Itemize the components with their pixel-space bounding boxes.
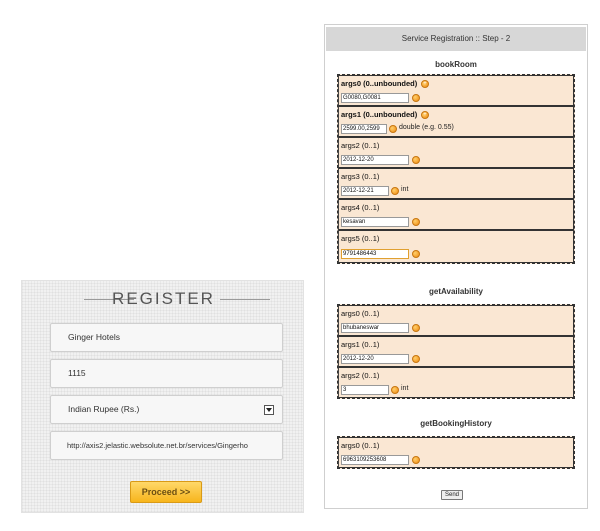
remove-value-icon[interactable]	[391, 386, 399, 394]
arg-input[interactable]: 6963109253608	[341, 455, 409, 465]
remove-value-icon[interactable]	[412, 156, 420, 164]
service-registration-header: Service Registration :: Step - 2	[326, 27, 586, 51]
arg-label: args1 (0..1)	[341, 340, 380, 349]
arg-label: args5 (0..1)	[341, 234, 380, 243]
arg-input[interactable]: G0080,G0081	[341, 93, 409, 103]
service-registration-panel: Service Registration :: Step - 2 bookRoo…	[324, 24, 588, 509]
arg-row-args0: args0 (0..1) 6963109253608	[338, 437, 574, 468]
arg-row-args3: args3 (0..1) 2012-12-21 int	[338, 168, 574, 199]
arg-label: args2 (0..1)	[341, 371, 380, 380]
arg-input[interactable]: 2012-12-20	[341, 354, 409, 364]
operation-title-bookroom: bookRoom	[435, 60, 477, 69]
register-panel: REGISTER Ginger Hotels 1115 Indian Rupee…	[21, 280, 304, 513]
proceed-button[interactable]: Proceed >>	[130, 481, 202, 503]
operation-group-bookroom: args0 (0..unbounded) + G0080,G0081 args1…	[337, 74, 575, 264]
operation-title-getbookinghistory: getBookingHistory	[420, 419, 492, 428]
operation-group-getbookinghistory: args0 (0..1) 6963109253608	[337, 436, 575, 469]
arg-label: args3 (0..1)	[341, 172, 380, 181]
title-divider-right	[220, 299, 270, 300]
currency-select-value: Indian Rupee (Rs.)	[68, 404, 140, 414]
remove-value-icon[interactable]	[412, 456, 420, 464]
arg-input[interactable]: 9791486443	[341, 249, 409, 259]
remove-value-icon[interactable]	[389, 125, 397, 133]
arg-label: args0 (0..1)	[341, 441, 380, 450]
remove-value-icon[interactable]	[391, 187, 399, 195]
send-button[interactable]: Send	[441, 490, 463, 500]
remove-value-icon[interactable]	[412, 250, 420, 258]
operation-group-getavailability: args0 (0..1) bhubaneswar args1 (0..1) 20…	[337, 304, 575, 399]
arg-label: args4 (0..1)	[341, 203, 380, 212]
arg-input[interactable]: 2599.00,2599	[341, 124, 387, 134]
arg-input[interactable]: 2012-12-21	[341, 186, 389, 196]
remove-value-icon[interactable]	[412, 94, 420, 102]
arg-input[interactable]: kesavan	[341, 217, 409, 227]
arg-row-args0: args0 (0..unbounded) + G0080,G0081	[338, 75, 574, 106]
hotel-id-field[interactable]: 1115	[50, 359, 283, 388]
type-hint: int	[401, 186, 409, 193]
operation-title-getavailability: getAvailability	[429, 287, 483, 296]
add-value-icon[interactable]: +	[421, 111, 429, 119]
arg-row-args5: args5 (0..1) 9791486443	[338, 230, 574, 263]
arg-row-args1: args1 (0..unbounded) + 2599.00,2599 doub…	[338, 106, 574, 137]
type-hint: double (e.g. 0.55)	[399, 124, 454, 131]
arg-row-args0: args0 (0..1) bhubaneswar	[338, 305, 574, 336]
arg-row-args2: args2 (0..1) 2012-12-20	[338, 137, 574, 168]
currency-select[interactable]: Indian Rupee (Rs.)	[50, 395, 283, 424]
hotel-name-field[interactable]: Ginger Hotels	[50, 323, 283, 352]
arg-row-args4: args4 (0..1) kesavan	[338, 199, 574, 230]
chevron-down-icon[interactable]	[264, 405, 274, 415]
add-value-icon[interactable]: +	[421, 80, 429, 88]
register-header: REGISTER	[22, 289, 305, 309]
service-url-field[interactable]: http://axis2.jelastic.websolute.net.br/s…	[50, 431, 283, 460]
arg-label: args2 (0..1)	[341, 141, 380, 150]
arg-input[interactable]: 3	[341, 385, 389, 395]
arg-row-args2: args2 (0..1) 3 int	[338, 367, 574, 398]
remove-value-icon[interactable]	[412, 324, 420, 332]
arg-label: args1 (0..unbounded)	[341, 110, 418, 119]
arg-label: args0 (0..1)	[341, 309, 380, 318]
remove-value-icon[interactable]	[412, 218, 420, 226]
arg-label: args0 (0..unbounded)	[341, 79, 418, 88]
remove-value-icon[interactable]	[412, 355, 420, 363]
arg-input[interactable]: 2012-12-20	[341, 155, 409, 165]
type-hint: int	[401, 385, 409, 392]
arg-row-args1: args1 (0..1) 2012-12-20	[338, 336, 574, 367]
arg-input[interactable]: bhubaneswar	[341, 323, 409, 333]
